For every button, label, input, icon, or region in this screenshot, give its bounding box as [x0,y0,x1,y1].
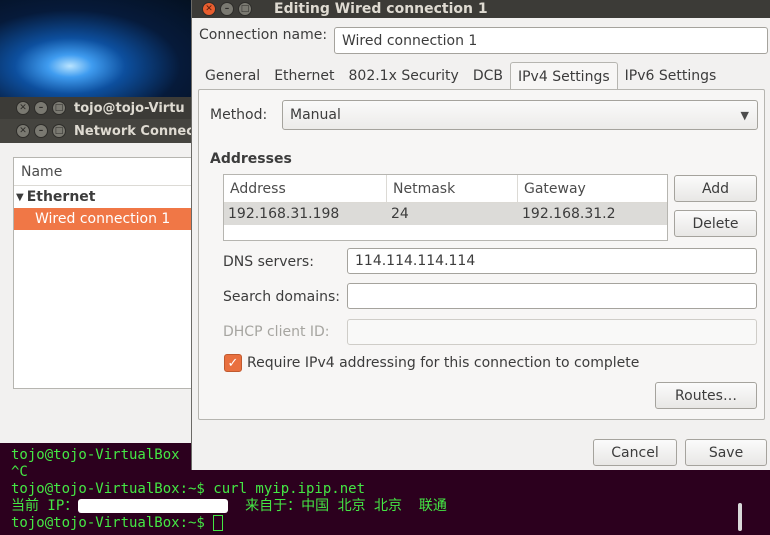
connection-name-label: Connection name: [199,27,328,43]
delete-button[interactable]: Delete [674,210,757,237]
column-header-gateway[interactable]: Gateway [518,175,667,202]
dns-servers-label: DNS servers: [223,254,314,270]
tab-bar: General Ethernet 802.1x Security DCB IPv… [198,62,723,90]
search-domains-label: Search domains: [223,289,340,305]
search-domains-input[interactable] [347,283,757,309]
close-icon[interactable]: ✕ [16,101,30,115]
maximize-icon[interactable]: □ [52,124,66,138]
connections-list[interactable]: Name ▼ Ethernet Wired connection 1 [13,157,203,389]
cell-address[interactable]: 192.168.31.198 [224,203,387,225]
require-ipv4-checkbox[interactable]: ✓ [224,354,242,372]
table-row[interactable]: 192.168.31.198 24 192.168.31.2 [224,203,667,225]
tab-dcb[interactable]: DCB [466,62,510,90]
terminal-location: 来自于：中国 北京 北京 联通 [228,498,447,514]
connection-name-input[interactable]: Wired connection 1 [334,27,768,54]
table-header: Address Netmask Gateway [224,175,667,203]
cell-netmask[interactable]: 24 [387,203,518,225]
ipv4-settings-panel: Method: Manual ▼ Addresses Address Netma… [198,89,765,420]
terminal-ip-label: 当前 IP： [11,498,79,514]
dhcp-client-id-input [347,319,757,345]
dialog-titlebar[interactable]: ✕ – □ Editing Wired connection 1 [192,0,770,18]
close-icon[interactable]: ✕ [202,2,216,16]
minimize-icon[interactable]: – [34,101,48,115]
group-label: Ethernet [26,189,96,205]
network-connections-titlebar[interactable]: ✕ – □ Network Connec [0,119,200,143]
cursor [213,515,224,531]
dropdown-arrow-icon: ▼ [740,109,749,122]
method-select[interactable]: Manual ▼ [282,100,758,130]
column-header-address[interactable]: Address [224,175,387,202]
close-icon[interactable]: ✕ [16,124,30,138]
edit-connection-dialog: ✕ – □ Editing Wired connection 1 Connect… [191,0,770,470]
add-button[interactable]: Add [674,175,757,202]
tab-ipv6-settings[interactable]: IPv6 Settings [618,62,724,90]
require-ipv4-label[interactable]: Require IPv4 addressing for this connect… [247,355,639,371]
network-connections-title: Network Connec [74,123,194,139]
group-ethernet[interactable]: ▼ Ethernet [14,186,202,208]
maximize-icon[interactable]: □ [238,2,252,16]
addresses-table[interactable]: Address Netmask Gateway 192.168.31.198 2… [223,174,668,241]
dhcp-client-id-label: DHCP client ID: [223,324,330,340]
minimize-icon[interactable]: – [220,2,234,16]
terminal-titlebar[interactable]: ✕ – □ tojo@tojo-Virtu [0,97,200,119]
redacted-ip [78,499,229,513]
save-button[interactable]: Save [685,439,767,466]
method-label: Method: [210,107,268,123]
expander-down-icon[interactable]: ▼ [16,192,24,203]
terminal-line: tojo@tojo-VirtualBox:~$ curl myip.ipip.n… [11,481,366,497]
cancel-button[interactable]: Cancel [593,439,677,466]
column-header-netmask[interactable]: Netmask [387,175,518,202]
tab-general[interactable]: General [198,62,267,90]
terminal-prompt: tojo@tojo-VirtualBox:~$ [11,515,770,532]
minimize-icon[interactable]: – [34,124,48,138]
list-item-wired-connection-1[interactable]: Wired connection 1 [14,208,202,230]
addresses-heading: Addresses [210,151,292,167]
cell-gateway[interactable]: 192.168.31.2 [518,203,667,225]
method-value: Manual [290,107,341,123]
routes-button[interactable]: Routes… [655,382,757,409]
dns-servers-input[interactable]: 114.114.114.114 [347,248,757,274]
checkmark-icon: ✓ [227,355,239,371]
terminal-line: 当前 IP： 来自于：中国 北京 北京 联通 [11,498,770,515]
tab-ipv4-settings[interactable]: IPv4 Settings [509,62,618,90]
tab-8021x-security[interactable]: 802.1x Security [342,62,466,90]
maximize-icon[interactable]: □ [52,101,66,115]
tab-ethernet[interactable]: Ethernet [267,62,341,90]
column-header-name[interactable]: Name [14,158,202,186]
terminal-title: tojo@tojo-Virtu [74,100,185,116]
terminal-scrollbar[interactable] [738,503,742,531]
dialog-title: Editing Wired connection 1 [274,1,488,17]
